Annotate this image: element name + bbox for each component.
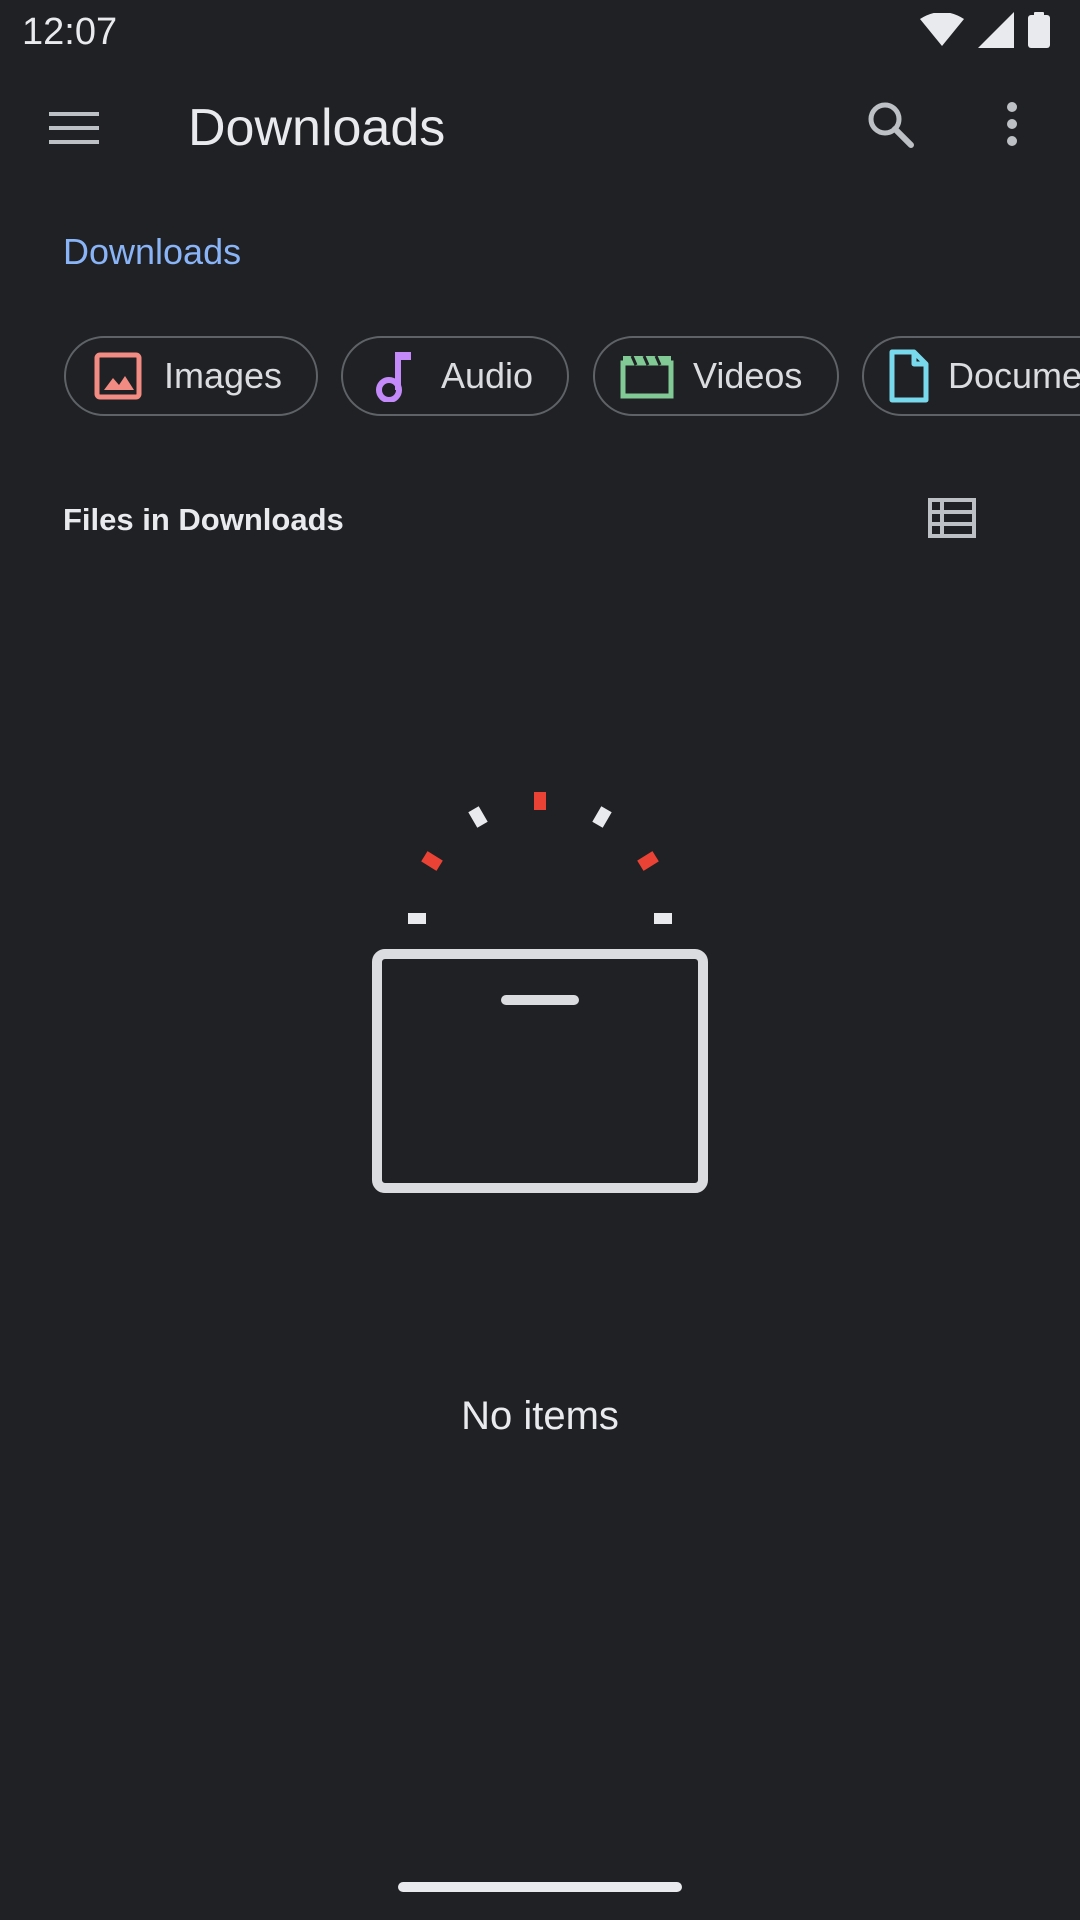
- image-icon: [90, 348, 146, 404]
- music-note-icon: [367, 348, 423, 404]
- breadcrumb[interactable]: Downloads: [63, 230, 241, 274]
- chip-images[interactable]: Images: [64, 336, 318, 416]
- menu-button[interactable]: [30, 86, 118, 174]
- empty-box-icon: [360, 780, 720, 1220]
- more-vert-icon: [1005, 101, 1019, 152]
- chip-label: Documents: [948, 355, 1080, 396]
- cellular-signal-icon: [978, 11, 1014, 53]
- empty-state-message: No items: [461, 1394, 619, 1438]
- page-title: Downloads: [188, 99, 446, 157]
- gesture-nav-bar[interactable]: [398, 1882, 682, 1892]
- chip-documents[interactable]: Documents: [862, 336, 1080, 416]
- chip-label: Videos: [693, 355, 803, 396]
- document-icon: [888, 348, 930, 404]
- more-options-button[interactable]: [968, 82, 1056, 170]
- status-time: 12:07: [22, 11, 118, 53]
- chip-audio[interactable]: Audio: [341, 336, 569, 416]
- section-title: Files in Downloads: [63, 502, 344, 537]
- chip-videos[interactable]: Videos: [593, 336, 839, 416]
- chip-label: Images: [164, 355, 283, 396]
- search-button[interactable]: [846, 82, 934, 170]
- search-icon: [865, 99, 915, 154]
- chip-label: Audio: [441, 355, 534, 396]
- battery-icon: [1028, 11, 1050, 53]
- view-toggle-button[interactable]: [904, 478, 1000, 562]
- hamburger-menu-icon: [49, 110, 99, 151]
- wifi-icon: [920, 11, 964, 52]
- category-chips: Images Audio Videos Docume: [64, 336, 1080, 420]
- list-view-icon: [928, 497, 976, 543]
- status-icons: [920, 11, 1050, 53]
- movie-icon: [619, 348, 675, 404]
